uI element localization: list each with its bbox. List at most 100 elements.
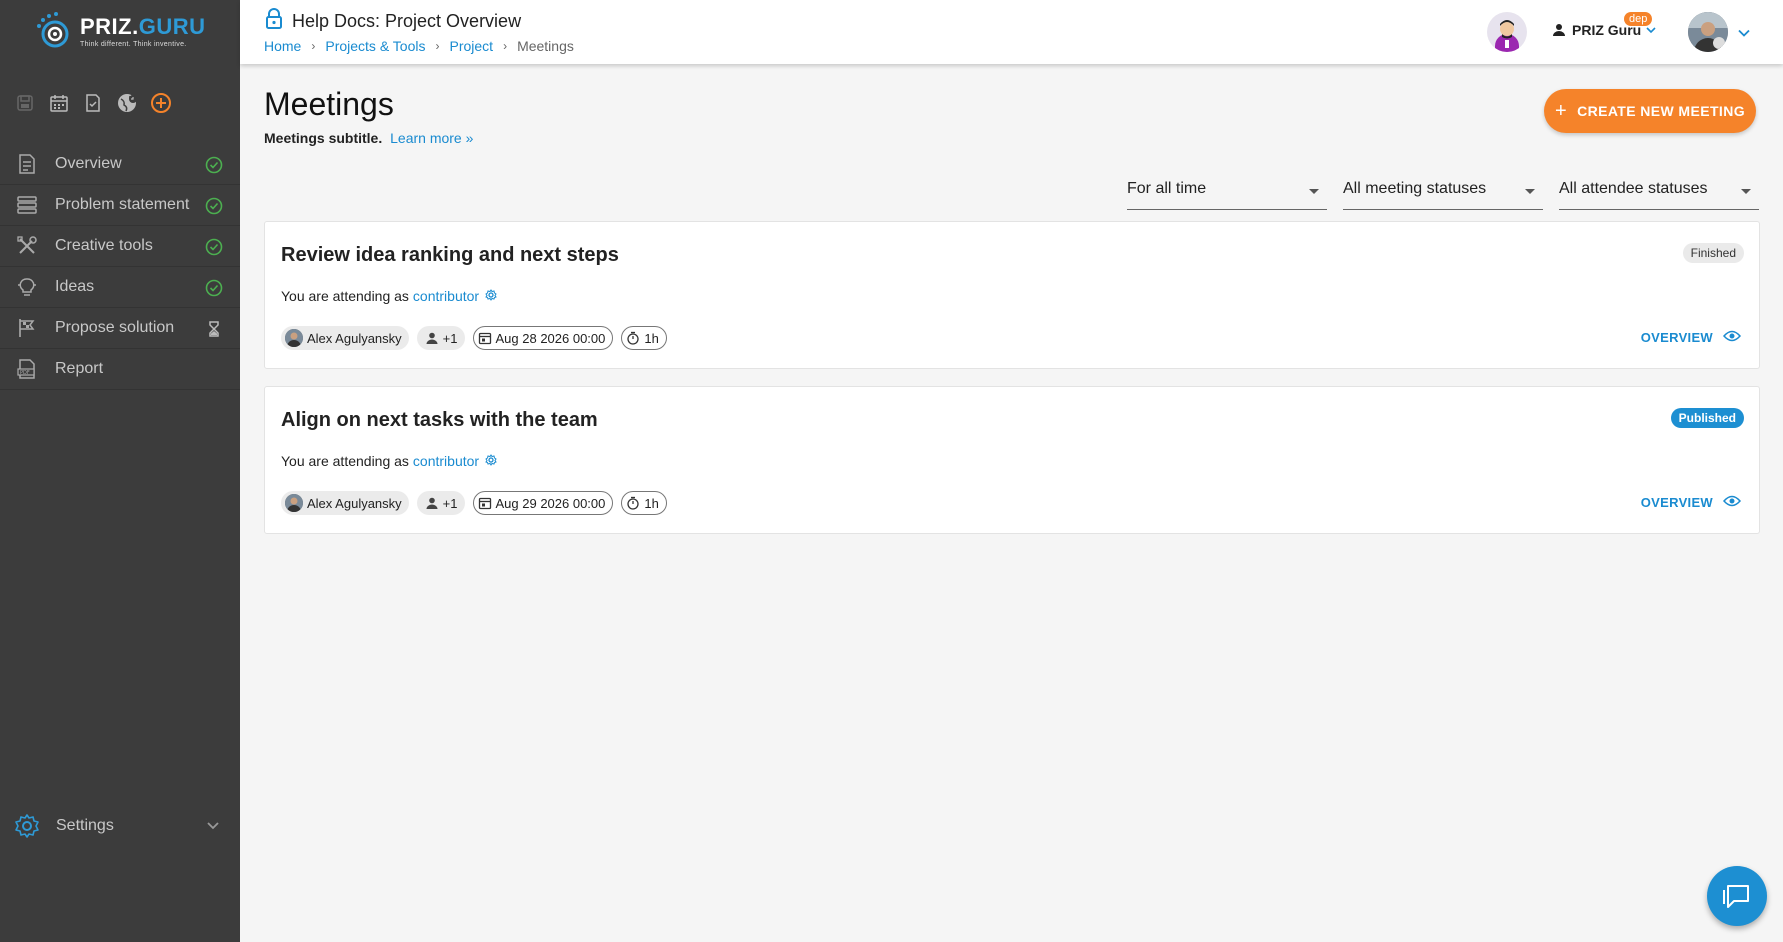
lightbulb-icon (15, 275, 39, 299)
dropdown-arrow-icon (1309, 189, 1319, 194)
sidebar-item-report[interactable]: PDF Report (0, 349, 240, 390)
create-button-label: CREATE NEW MEETING (1577, 103, 1746, 119)
organizer-chip[interactable]: Alex Agulyansky (281, 326, 409, 350)
meeting-status-filter-select[interactable]: All meeting statuses (1343, 176, 1543, 210)
gear-icon[interactable] (485, 288, 497, 304)
chat-support-button[interactable] (1707, 866, 1767, 926)
sidebar-item-ideas[interactable]: Ideas (0, 267, 240, 308)
overview-label: OVERVIEW (1640, 330, 1713, 345)
role-link[interactable]: contributor (413, 453, 479, 469)
check-circle-icon (205, 197, 223, 215)
meeting-title[interactable]: Align on next tasks with the team (281, 409, 598, 432)
add-circle-icon[interactable] (150, 92, 172, 114)
page-title: Meetings (264, 86, 394, 122)
calendar-icon[interactable] (48, 92, 70, 114)
workspace-avatar[interactable] (1487, 12, 1527, 52)
breadcrumb-projects-tools[interactable]: Projects & Tools (325, 38, 425, 54)
organizer-chip[interactable]: Alex Agulyansky (281, 491, 409, 515)
project-title: Help Docs: Project Overview (292, 11, 522, 31)
check-circle-icon (205, 238, 223, 256)
plus-icon: + (1554, 99, 1568, 122)
sidebar-item-label: Creative tools (55, 237, 153, 254)
brand-tagline: Think different. Think inventive. (80, 41, 187, 48)
learn-more-link[interactable]: Learn more » (390, 130, 473, 146)
gear-icon[interactable] (485, 453, 497, 469)
breadcrumb-separator-icon: › (503, 39, 508, 53)
check-circle-icon (205, 279, 223, 297)
gear-icon (14, 813, 40, 839)
svg-text:PDF: PDF (20, 370, 30, 376)
breadcrumb-project[interactable]: Project (449, 38, 493, 54)
duration-chip: 1h (621, 491, 667, 515)
attending-prefix: You are attending as (281, 453, 409, 469)
date-chip: Aug 28 2026 00:00 (472, 326, 614, 350)
attendee-status-filter-value: All attendee statuses (1559, 180, 1708, 197)
lock-icon (264, 8, 284, 35)
tools-icon (15, 234, 39, 258)
timer-icon (626, 496, 640, 510)
meeting-meta: Alex Agulyansky +1 Aug 29 2026 00:00 1h (281, 491, 667, 515)
top-bar: Help Docs: Project Overview Home › Proje… (240, 0, 1783, 64)
date-chip: Aug 29 2026 00:00 (472, 491, 614, 515)
check-circle-icon (205, 156, 223, 174)
priz-logo-icon (34, 10, 76, 52)
globe-icon[interactable] (116, 92, 138, 114)
timer-icon (626, 331, 640, 345)
attendees-chip[interactable]: +1 (416, 491, 465, 515)
chevron-down-icon (206, 818, 220, 837)
chevron-down-icon[interactable] (1737, 26, 1751, 45)
person-icon (425, 496, 439, 510)
sidebar-item-label: Ideas (55, 278, 95, 295)
breadcrumb-current: Meetings (517, 38, 574, 54)
quick-actions (14, 92, 172, 114)
duration-chip: 1h (621, 326, 667, 350)
save-icon[interactable] (14, 92, 36, 114)
person-icon (1552, 23, 1566, 37)
role-badge: dep (1624, 12, 1653, 26)
meeting-card: Review idea ranking and next steps Finis… (264, 221, 1760, 369)
sidebar-item-propose-solution[interactable]: Propose solution (0, 308, 240, 349)
time-filter-select[interactable]: For all time (1127, 176, 1327, 210)
eye-icon (1722, 330, 1742, 345)
organizer-name: Alex Agulyansky (307, 495, 402, 511)
dropdown-arrow-icon (1741, 189, 1751, 194)
sidebar-item-problem-statement[interactable]: Problem statement (0, 185, 240, 226)
create-new-meeting-button[interactable]: + CREATE NEW MEETING (1544, 89, 1756, 133)
breadcrumb: Home › Projects & Tools › Project › Meet… (264, 38, 574, 54)
meeting-status-filter-value: All meeting statuses (1343, 180, 1487, 197)
flag-icon (15, 316, 39, 340)
attendee-status-filter-select[interactable]: All attendee statuses (1559, 176, 1759, 210)
overview-button[interactable]: OVERVIEW (1641, 495, 1742, 510)
time-filter-value: For all time (1127, 180, 1207, 197)
checklist-icon[interactable] (82, 92, 104, 114)
sidebar-item-settings[interactable]: Settings (0, 806, 240, 846)
chat-icon (1722, 882, 1752, 910)
attending-role: You are attending as contributor (281, 453, 497, 469)
attendees-chip[interactable]: +1 (416, 326, 465, 350)
role-link[interactable]: contributor (413, 288, 479, 304)
breadcrumb-home[interactable]: Home (264, 38, 301, 54)
sidebar: PRIZ.GURU Think different. Think inventi… (0, 0, 240, 942)
document-icon (15, 152, 39, 176)
sidebar-item-label: Propose solution (55, 319, 175, 336)
profile-avatar[interactable] (1688, 12, 1728, 52)
sidebar-item-label: Report (55, 360, 104, 377)
sidebar-item-creative-tools[interactable]: Creative tools (0, 226, 240, 267)
sidebar-item-label: Problem statement (55, 196, 190, 213)
brand-name-part2: GURU (138, 14, 206, 39)
overview-button[interactable]: OVERVIEW (1640, 330, 1742, 345)
attending-role: You are attending as contributor (281, 288, 497, 304)
meeting-card: Align on next tasks with the team Publis… (264, 386, 1760, 534)
brand-name-part1: PRIZ. (80, 14, 139, 39)
brand-logo[interactable]: PRIZ.GURU Think different. Think inventi… (34, 10, 206, 52)
extra-attendees-count: +1 (442, 495, 458, 511)
sidebar-item-overview[interactable]: Overview (0, 144, 240, 185)
page-subtitle: Meetings subtitle. Learn more » (264, 130, 473, 146)
meeting-title[interactable]: Review idea ranking and next steps (281, 244, 619, 267)
user-menu[interactable]: PRIZ Guru dep (1552, 12, 1657, 38)
calendar-icon (478, 331, 492, 345)
layers-icon (15, 193, 39, 217)
meeting-duration: 1h (644, 330, 659, 346)
sidebar-item-label: Overview (55, 155, 122, 172)
status-badge: Published (1670, 408, 1744, 428)
